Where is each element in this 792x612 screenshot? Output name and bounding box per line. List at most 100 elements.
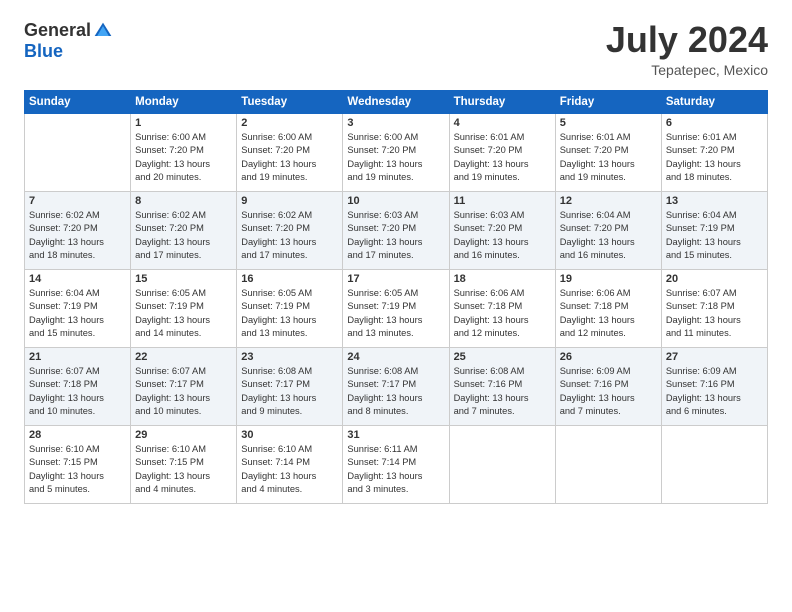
day-info: Sunrise: 6:00 AMSunset: 7:20 PMDaylight:…	[241, 131, 338, 185]
calendar-week-row: 7Sunrise: 6:02 AMSunset: 7:20 PMDaylight…	[25, 191, 768, 269]
table-row: 23 Sunrise: 6:08 AMSunset: 7:17 PMDayligh…	[237, 347, 343, 425]
table-row: 22 Sunrise: 6:07 AMSunset: 7:17 PMDayligh…	[131, 347, 237, 425]
day-info: Sunrise: 6:05 AMSunset: 7:19 PMDaylight:…	[347, 287, 444, 341]
table-row: 9Sunrise: 6:02 AMSunset: 7:20 PMDaylight…	[237, 191, 343, 269]
day-info: Sunrise: 6:10 AMSunset: 7:15 PMDaylight:…	[135, 443, 232, 497]
table-row: 29 Sunrise: 6:10 AMSunset: 7:15 PMDayligh…	[131, 425, 237, 503]
day-number: 1	[135, 117, 232, 129]
table-row: 19 Sunrise: 6:06 AMSunset: 7:18 PMDayligh…	[555, 269, 661, 347]
title-area: July 2024 Tepatepec, Mexico	[606, 20, 768, 78]
day-number: 3	[347, 117, 444, 129]
calendar-week-row: 14 Sunrise: 6:04 AMSunset: 7:19 PMDayligh…	[25, 269, 768, 347]
day-info: Sunrise: 6:06 AMSunset: 7:18 PMDaylight:…	[454, 287, 551, 341]
day-info: Sunrise: 6:07 AMSunset: 7:18 PMDaylight:…	[29, 365, 126, 419]
table-row: 12 Sunrise: 6:04 AMSunset: 7:20 PMDayligh…	[555, 191, 661, 269]
table-row	[661, 425, 767, 503]
day-number: 12	[560, 195, 657, 207]
day-number: 21	[29, 351, 126, 363]
calendar-week-row: 1 Sunrise: 6:00 AMSunset: 7:20 PMDaylight…	[25, 113, 768, 191]
table-row: 5 Sunrise: 6:01 AMSunset: 7:20 PMDaylight…	[555, 113, 661, 191]
day-number: 2	[241, 117, 338, 129]
day-number: 31	[347, 429, 444, 441]
table-row: 18 Sunrise: 6:06 AMSunset: 7:18 PMDayligh…	[449, 269, 555, 347]
day-info: Sunrise: 6:04 AMSunset: 7:19 PMDaylight:…	[29, 287, 126, 341]
day-number: 24	[347, 351, 444, 363]
table-row	[25, 113, 131, 191]
page-header: General Blue July 2024 Tepatepec, Mexico	[24, 20, 768, 78]
table-row: 10 Sunrise: 6:03 AMSunset: 7:20 PMDayligh…	[343, 191, 449, 269]
day-info: Sunrise: 6:09 AMSunset: 7:16 PMDaylight:…	[666, 365, 763, 419]
day-number: 22	[135, 351, 232, 363]
col-friday: Friday	[555, 90, 661, 113]
calendar-page: General Blue July 2024 Tepatepec, Mexico…	[0, 0, 792, 612]
table-row: 3 Sunrise: 6:00 AMSunset: 7:20 PMDaylight…	[343, 113, 449, 191]
day-number: 9	[241, 195, 338, 207]
day-info: Sunrise: 6:08 AMSunset: 7:17 PMDaylight:…	[347, 365, 444, 419]
table-row: 24 Sunrise: 6:08 AMSunset: 7:17 PMDayligh…	[343, 347, 449, 425]
day-number: 27	[666, 351, 763, 363]
day-number: 20	[666, 273, 763, 285]
logo: General Blue	[24, 20, 113, 62]
table-row: 13 Sunrise: 6:04 AMSunset: 7:19 PMDayligh…	[661, 191, 767, 269]
day-number: 17	[347, 273, 444, 285]
header-row: Sunday Monday Tuesday Wednesday Thursday…	[25, 90, 768, 113]
table-row	[449, 425, 555, 503]
col-sunday: Sunday	[25, 90, 131, 113]
logo-general: General	[24, 20, 91, 41]
table-row: 4 Sunrise: 6:01 AMSunset: 7:20 PMDaylight…	[449, 113, 555, 191]
table-row: 17 Sunrise: 6:05 AMSunset: 7:19 PMDayligh…	[343, 269, 449, 347]
table-row: 14 Sunrise: 6:04 AMSunset: 7:19 PMDayligh…	[25, 269, 131, 347]
day-number: 11	[454, 195, 551, 207]
day-info: Sunrise: 6:07 AMSunset: 7:17 PMDaylight:…	[135, 365, 232, 419]
day-info: Sunrise: 6:10 AMSunset: 7:15 PMDaylight:…	[29, 443, 126, 497]
day-info: Sunrise: 6:09 AMSunset: 7:16 PMDaylight:…	[560, 365, 657, 419]
table-row: 7Sunrise: 6:02 AMSunset: 7:20 PMDaylight…	[25, 191, 131, 269]
day-info: Sunrise: 6:01 AMSunset: 7:20 PMDaylight:…	[454, 131, 551, 185]
logo-blue: Blue	[24, 41, 63, 62]
day-number: 5	[560, 117, 657, 129]
day-number: 14	[29, 273, 126, 285]
day-number: 13	[666, 195, 763, 207]
day-number: 23	[241, 351, 338, 363]
day-number: 18	[454, 273, 551, 285]
table-row: 21 Sunrise: 6:07 AMSunset: 7:18 PMDayligh…	[25, 347, 131, 425]
day-number: 10	[347, 195, 444, 207]
col-thursday: Thursday	[449, 90, 555, 113]
day-number: 19	[560, 273, 657, 285]
calendar-week-row: 28Sunrise: 6:10 AMSunset: 7:15 PMDayligh…	[25, 425, 768, 503]
day-info: Sunrise: 6:05 AMSunset: 7:19 PMDaylight:…	[241, 287, 338, 341]
month-title: July 2024	[606, 20, 768, 60]
day-number: 16	[241, 273, 338, 285]
day-info: Sunrise: 6:07 AMSunset: 7:18 PMDaylight:…	[666, 287, 763, 341]
day-number: 4	[454, 117, 551, 129]
day-number: 25	[454, 351, 551, 363]
day-info: Sunrise: 6:08 AMSunset: 7:17 PMDaylight:…	[241, 365, 338, 419]
table-row: 27 Sunrise: 6:09 AMSunset: 7:16 PMDayligh…	[661, 347, 767, 425]
table-row: 15 Sunrise: 6:05 AMSunset: 7:19 PMDayligh…	[131, 269, 237, 347]
day-number: 15	[135, 273, 232, 285]
day-info: Sunrise: 6:01 AMSunset: 7:20 PMDaylight:…	[560, 131, 657, 185]
day-info: Sunrise: 6:08 AMSunset: 7:16 PMDaylight:…	[454, 365, 551, 419]
day-info: Sunrise: 6:02 AMSunset: 7:20 PMDaylight:…	[29, 209, 126, 263]
day-info: Sunrise: 6:00 AMSunset: 7:20 PMDaylight:…	[347, 131, 444, 185]
day-number: 26	[560, 351, 657, 363]
col-monday: Monday	[131, 90, 237, 113]
table-row: 16 Sunrise: 6:05 AMSunset: 7:19 PMDayligh…	[237, 269, 343, 347]
day-info: Sunrise: 6:01 AMSunset: 7:20 PMDaylight:…	[666, 131, 763, 185]
day-info: Sunrise: 6:03 AMSunset: 7:20 PMDaylight:…	[347, 209, 444, 263]
col-tuesday: Tuesday	[237, 90, 343, 113]
day-number: 29	[135, 429, 232, 441]
day-info: Sunrise: 6:05 AMSunset: 7:19 PMDaylight:…	[135, 287, 232, 341]
day-info: Sunrise: 6:04 AMSunset: 7:19 PMDaylight:…	[666, 209, 763, 263]
table-row: 8Sunrise: 6:02 AMSunset: 7:20 PMDaylight…	[131, 191, 237, 269]
day-info: Sunrise: 6:03 AMSunset: 7:20 PMDaylight:…	[454, 209, 551, 263]
table-row: 31Sunrise: 6:11 AMSunset: 7:14 PMDayligh…	[343, 425, 449, 503]
day-number: 8	[135, 195, 232, 207]
table-row: 25 Sunrise: 6:08 AMSunset: 7:16 PMDayligh…	[449, 347, 555, 425]
day-info: Sunrise: 6:04 AMSunset: 7:20 PMDaylight:…	[560, 209, 657, 263]
calendar-table: Sunday Monday Tuesday Wednesday Thursday…	[24, 90, 768, 504]
table-row: 1Sunrise: 6:00 AMSunset: 7:20 PMDaylight…	[131, 113, 237, 191]
day-info: Sunrise: 6:06 AMSunset: 7:18 PMDaylight:…	[560, 287, 657, 341]
calendar-week-row: 21 Sunrise: 6:07 AMSunset: 7:18 PMDayligh…	[25, 347, 768, 425]
table-row: 20 Sunrise: 6:07 AMSunset: 7:18 PMDayligh…	[661, 269, 767, 347]
